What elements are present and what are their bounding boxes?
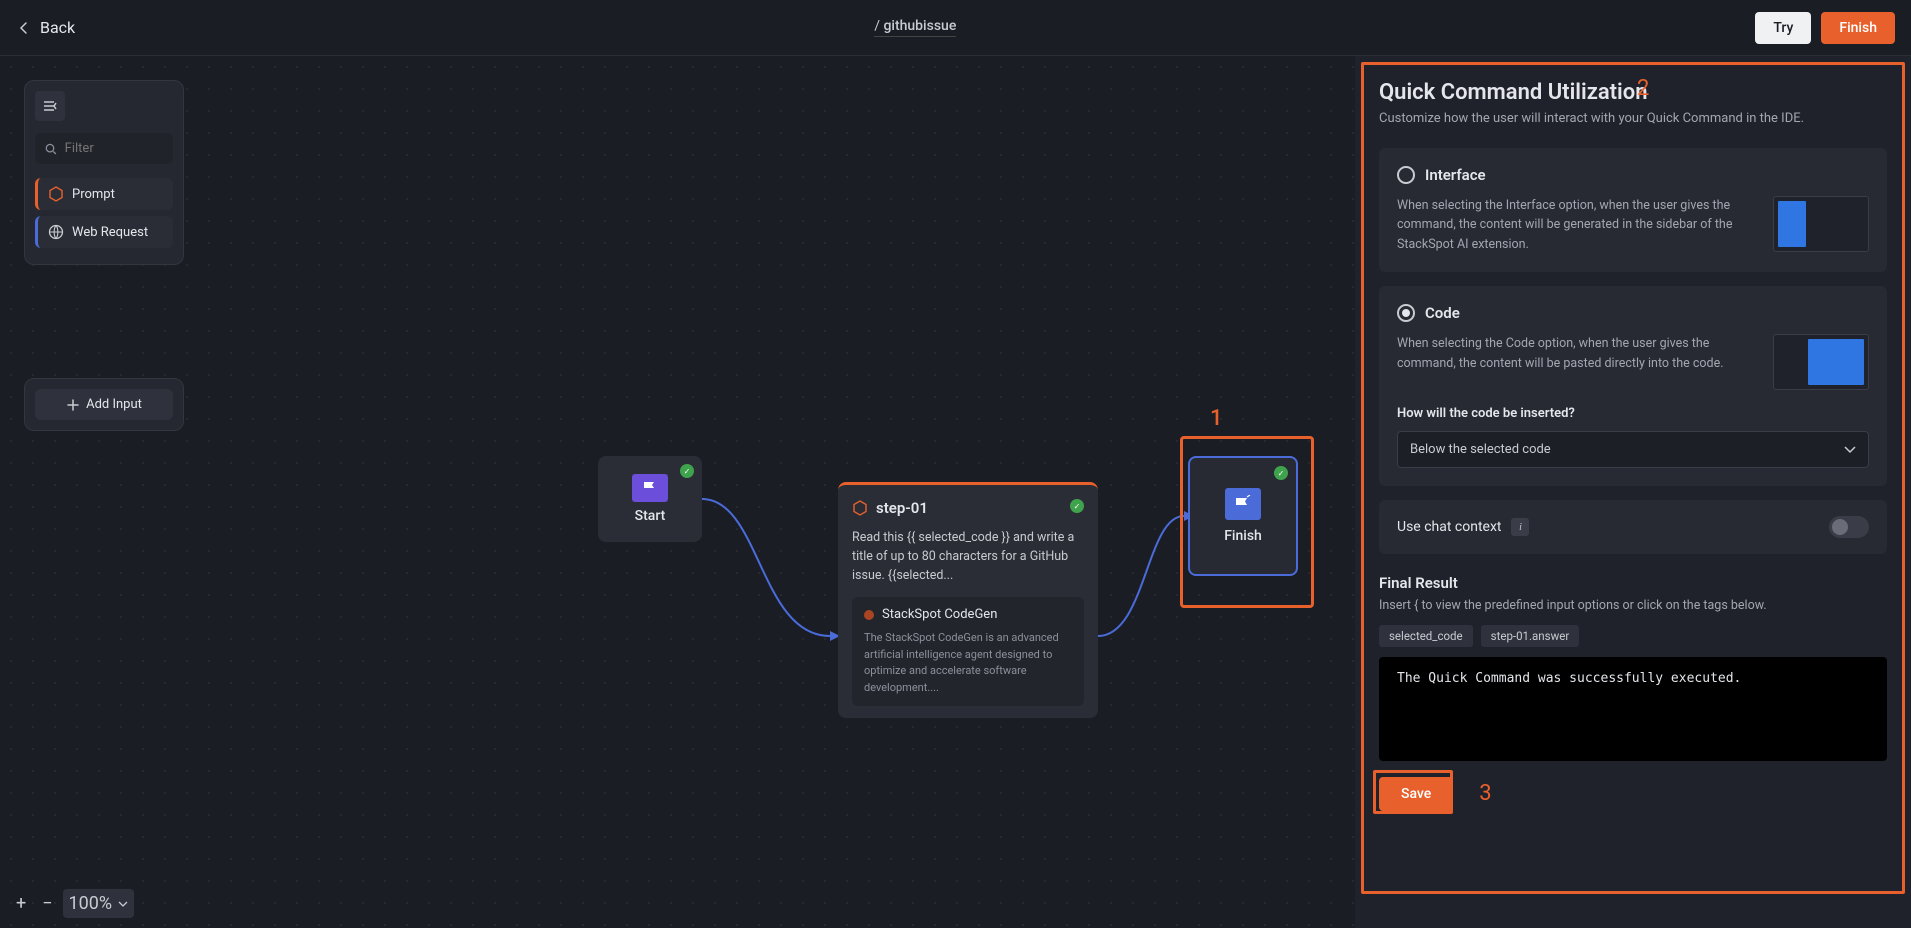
zoom-percentage-dropdown[interactable]: 100% [63, 889, 135, 918]
finish-button[interactable]: Finish [1821, 12, 1895, 44]
annotation-number-3: 3 [1479, 781, 1491, 806]
radio-interface[interactable] [1397, 166, 1415, 184]
final-result-title: Final Result [1379, 574, 1887, 592]
node-step-01[interactable]: step-01 Read this {{ selected_code }} an… [838, 482, 1098, 718]
flag-icon [632, 474, 668, 502]
annotation-number-1: 1 [1210, 406, 1223, 431]
option-interface-desc: When selecting the Interface option, whe… [1397, 196, 1755, 254]
node-finish-label: Finish [1224, 528, 1262, 544]
plus-icon [66, 398, 80, 412]
hexagon-icon [852, 500, 868, 516]
palette-item-prompt[interactable]: Prompt [35, 178, 173, 210]
add-input-button[interactable]: Add Input [35, 389, 173, 420]
status-ok-icon [680, 464, 694, 478]
flag-finish-icon [1225, 488, 1261, 520]
step-title: step-01 [876, 499, 928, 517]
palette-item-web-request[interactable]: Web Request [35, 216, 173, 248]
palette-item-label: Web Request [72, 225, 148, 240]
filter-input-wrap[interactable] [35, 133, 173, 164]
breadcrumb[interactable]: / githubissue [874, 18, 956, 37]
panel-subtitle: Customize how the user will interact wit… [1379, 111, 1887, 126]
palette-panel: Prompt Web Request [24, 80, 184, 265]
panel-title: Quick Command Utilization [1379, 80, 1887, 105]
info-icon[interactable]: i [1511, 518, 1529, 536]
status-ok-icon [1274, 466, 1288, 480]
agent-dot-icon [864, 610, 874, 620]
globe-icon [48, 224, 64, 240]
config-panel: Quick Command Utilization 2 Customize ho… [1355, 56, 1911, 928]
zoom-in-button[interactable]: + [10, 889, 32, 918]
tag-step01-answer[interactable]: step-01.answer [1481, 625, 1580, 647]
save-button[interactable]: Save [1379, 777, 1453, 811]
tag-selected-code[interactable]: selected_code [1379, 625, 1473, 647]
back-label: Back [40, 18, 75, 37]
chevron-down-icon [118, 901, 128, 907]
palette-item-label: Prompt [72, 187, 115, 202]
search-icon [45, 142, 57, 156]
final-result-textarea[interactable]: The Quick Command was successfully execu… [1379, 657, 1887, 761]
option-interface-title: Interface [1425, 166, 1486, 184]
option-code-title: Code [1425, 304, 1460, 322]
hexagon-icon [48, 186, 64, 202]
agent-description: The StackSpot CodeGen is an advanced art… [864, 630, 1072, 696]
insert-mode-value: Below the selected code [1410, 442, 1551, 457]
agent-name: StackSpot CodeGen [882, 607, 997, 622]
try-button[interactable]: Try [1755, 12, 1811, 44]
chat-context-toggle[interactable] [1829, 516, 1869, 538]
zoom-value: 100% [69, 893, 113, 914]
canvas[interactable]: Prompt Web Request Add Input [0, 56, 1355, 928]
status-ok-icon [1070, 499, 1084, 513]
back-button[interactable]: Back [16, 18, 75, 37]
annotation-number-2: 2 [1637, 76, 1649, 101]
arrow-left-icon [16, 20, 32, 36]
chat-context-row: Use chat context i [1379, 500, 1887, 554]
chat-context-label: Use chat context [1397, 519, 1501, 535]
zoom-controls: + − 100% [6, 887, 138, 920]
option-code-desc: When selecting the Code option, when the… [1397, 334, 1755, 373]
add-input-panel: Add Input [24, 378, 184, 431]
radio-code[interactable] [1397, 304, 1415, 322]
collapse-icon [42, 100, 58, 112]
node-start[interactable]: Start [598, 456, 702, 542]
option-code-card[interactable]: Code When selecting the Code option, whe… [1379, 286, 1887, 486]
insert-mode-select[interactable]: Below the selected code [1397, 431, 1869, 468]
add-input-label: Add Input [86, 397, 142, 412]
node-start-label: Start [635, 508, 666, 524]
zoom-out-button[interactable]: − [36, 889, 58, 918]
collapse-palette-button[interactable] [35, 91, 65, 121]
insert-mode-label: How will the code be inserted? [1397, 406, 1869, 421]
chevron-down-icon [1844, 446, 1856, 454]
option-interface-card[interactable]: Interface When selecting the Interface o… [1379, 148, 1887, 272]
step-body-text: Read this {{ selected_code }} and write … [852, 529, 1084, 585]
code-thumbnail [1773, 334, 1869, 390]
step-agent-card: StackSpot CodeGen The StackSpot CodeGen … [852, 597, 1084, 706]
node-finish[interactable]: Finish [1188, 456, 1298, 576]
interface-thumbnail [1773, 196, 1869, 252]
filter-input[interactable] [65, 141, 163, 156]
final-result-subtitle: Insert { to view the predefined input op… [1379, 598, 1887, 613]
